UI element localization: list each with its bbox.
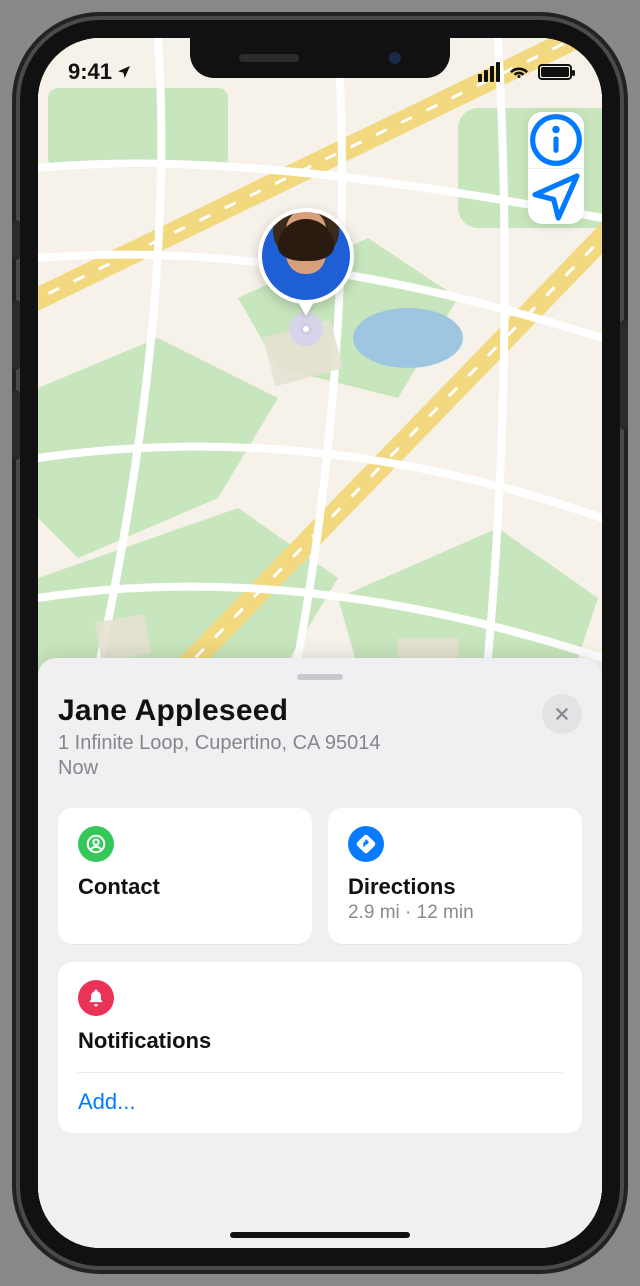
close-button[interactable] xyxy=(542,694,582,734)
person-detail-sheet[interactable]: Jane Appleseed 1 Infinite Loop, Cupertin… xyxy=(38,658,602,1248)
map-locate-button[interactable] xyxy=(528,168,584,224)
battery-icon xyxy=(538,64,572,80)
directions-label: Directions xyxy=(348,874,562,900)
front-camera xyxy=(389,52,401,64)
notifications-card: Notifications Add... xyxy=(58,962,582,1133)
person-timestamp: Now xyxy=(58,757,380,780)
notifications-title: Notifications xyxy=(78,1028,562,1073)
sheet-grabber[interactable] xyxy=(297,674,343,680)
cellular-signal-icon xyxy=(478,62,500,82)
volume-up xyxy=(12,300,20,370)
power-button xyxy=(620,320,628,430)
directions-subtitle: 2.9 mi · 12 min xyxy=(348,902,562,924)
contact-icon xyxy=(78,826,114,862)
person-address: 1 Infinite Loop, Cupertino, CA 95014 xyxy=(58,732,380,755)
directions-icon xyxy=(348,826,384,862)
location-dot xyxy=(289,312,323,346)
add-notification-button[interactable]: Add... xyxy=(78,1073,562,1133)
directions-card[interactable]: Directions 2.9 mi · 12 min xyxy=(328,808,582,944)
person-name: Jane Appleseed xyxy=(58,694,380,728)
map-controls xyxy=(528,112,584,224)
avatar xyxy=(258,208,354,304)
home-indicator[interactable] xyxy=(230,1232,410,1238)
person-location-pin[interactable] xyxy=(258,208,354,346)
status-time: 9:41 xyxy=(68,59,112,85)
location-services-icon xyxy=(116,64,132,80)
volume-down xyxy=(12,390,20,460)
wifi-icon xyxy=(508,63,530,81)
notch xyxy=(190,38,450,78)
bell-icon xyxy=(78,980,114,1016)
phone-frame: 9:41 xyxy=(20,20,620,1266)
contact-label: Contact xyxy=(78,874,292,900)
mute-switch xyxy=(12,220,20,260)
close-icon xyxy=(554,706,570,722)
speaker xyxy=(239,54,299,62)
screen: 9:41 xyxy=(38,38,602,1248)
pin-tail xyxy=(298,302,314,316)
contact-card[interactable]: Contact xyxy=(58,808,312,944)
